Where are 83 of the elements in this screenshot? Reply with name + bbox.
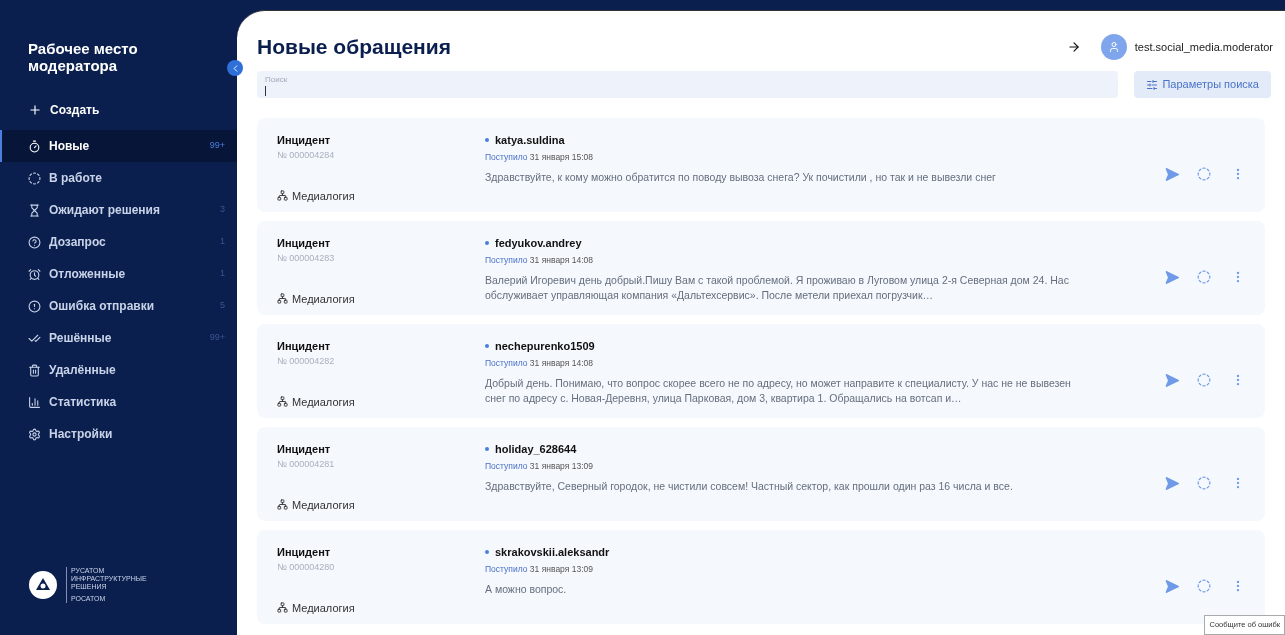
received-date: Поступило 31 января 13:09 [485, 459, 594, 473]
hourglass-icon [28, 203, 41, 217]
request-card[interactable] [257, 221, 1265, 315]
request-card[interactable]: Инцидент № 000004284 Медиалогия katya.suldina Поступило 31 января 15:08 Здравствуйте, к кому можно обратится по поводу вывоза снега? Ук почистили , но так и не вывезли снег [257, 118, 1265, 212]
sidebar-item-label: Настройки [49, 426, 113, 443]
message-text: Валерий Игоревич день добрый.Пишу Вам с такой проблемой. Я проживаю в Луговом улица 2-я Северная дом 24. Нас обслуживает управляющая компания «Дальтехсервис». После метели приехал погрузчик… [485, 273, 1070, 304]
sidebar-item[interactable]: Решённые 99+ [0, 322, 237, 354]
source-icon [277, 602, 288, 614]
source-label: Медиалогия [292, 188, 355, 204]
source-label: Медиалогия [292, 291, 355, 307]
message-text: Добрый день. Понимаю, что вопрос скорее всего не по адресу, но может направите к специалисту. У нас не не вывезен снег по адресу с. Новая-Деревня, улица Парковая, дом 3, квартира 1. Обращались на вотсап и… [485, 376, 1072, 407]
item-count: 99+ [209, 139, 225, 153]
question-icon [28, 235, 41, 249]
message-text: А можно вопрос. [485, 582, 568, 598]
user-name: test.social_media.moderator [1134, 39, 1273, 55]
avatar[interactable] [1100, 34, 1127, 60]
author-name: fedyukov.andrey [495, 236, 582, 251]
sidebar-item-label: Ошибка отправки [49, 298, 155, 315]
source-label: Медиалогия [292, 600, 355, 616]
sidebar-item-label: В работе [49, 170, 102, 187]
sidebar-item-label: Новые [49, 138, 90, 155]
request-number: № 000004280 [277, 560, 336, 574]
request-type: Инцидент [277, 236, 332, 251]
request-number: № 000004283 [277, 251, 336, 265]
sidebar-item-label: Ожидают решения [49, 202, 160, 219]
request-card[interactable]: Инцидент № 000004281 Медиалогия holiday_628644 Поступило 31 января 13:09 Здравствуйте, Северный городок, не чистили совсем! Частный сектор, как прошли один раз 16 числа и все. [257, 427, 1265, 521]
source-icon [277, 190, 288, 202]
filter-icon [1146, 78, 1159, 91]
search-params-button[interactable]: Параметры поиска [1134, 71, 1271, 98]
timer-icon [28, 139, 41, 153]
received-date: Поступило 31 января 13:09 [485, 562, 594, 576]
trash-icon [28, 363, 41, 377]
logo-icon [28, 570, 58, 600]
sidebar-item-label: Дозапрос [49, 234, 106, 251]
received-date: Поступило 31 января 14:08 [485, 356, 594, 370]
search-label: Поиск [265, 74, 289, 86]
request-card[interactable] [257, 324, 1265, 418]
received-date: Поступило 31 января 15:08 [485, 150, 594, 164]
item-count: 99+ [209, 331, 225, 345]
stopwatch-icon [28, 267, 41, 281]
sidebar-item[interactable]: Статистика [0, 386, 237, 418]
author-name: katya.suldina [495, 133, 565, 148]
alert-icon [28, 299, 41, 313]
plus-icon [28, 103, 42, 117]
source-icon [277, 293, 288, 305]
sidebar-item[interactable]: Удалённые [0, 354, 237, 386]
request-number: № 000004281 [277, 457, 336, 471]
request-type: Инцидент [277, 545, 332, 560]
item-count: 1 [220, 267, 225, 281]
source-label: Медиалогия [292, 497, 355, 513]
sidebar-item[interactable]: Настройки [0, 418, 237, 450]
page-title: Новые обращения [257, 34, 451, 61]
sidebar-item-label: Решённые [49, 330, 112, 347]
author-name: nechepurenko1509 [495, 339, 595, 354]
source-icon [277, 396, 288, 408]
message-text: Здравствуйте, Северный городок, не чистили совсем! Частный сектор, как прошли один раз 16 числа и все. [485, 479, 1014, 495]
sidebar-item-label: Удалённые [49, 362, 116, 379]
sidebar-item[interactable]: Новые 99+ [0, 130, 237, 162]
logout-icon[interactable] [1066, 40, 1081, 54]
sidebar-item-label: Статистика [49, 394, 117, 411]
item-count: 1 [220, 235, 225, 249]
sidebar-title: Рабочее место модератора [27, 39, 139, 74]
bar-chart-icon [28, 395, 41, 409]
item-count: 5 [220, 299, 225, 313]
author-name: holiday_628644 [495, 442, 577, 457]
source-icon [277, 499, 288, 511]
request-number: № 000004284 [277, 148, 336, 162]
create-button[interactable]: Создать [28, 98, 209, 122]
request-type: Инцидент [277, 133, 332, 148]
sidebar-item[interactable]: В работе [0, 162, 237, 194]
sidebar-item[interactable]: Отложенные 1 [0, 258, 237, 290]
message-text: Здравствуйте, к кому можно обратится по поводу вывоза снега? Ук почистили , но так и не вывезли снег [485, 170, 997, 186]
collapse-button[interactable] [227, 60, 243, 76]
source-label: Медиалогия [292, 394, 355, 410]
sidebar-item[interactable]: Ошибка отправки 5 [0, 290, 237, 322]
sidebar-item[interactable]: Дозапрос 1 [0, 226, 237, 258]
settings-icon [28, 427, 41, 441]
received-date: Поступило 31 января 14:08 [485, 253, 594, 267]
request-number: № 000004282 [277, 354, 336, 368]
request-type: Инцидент [277, 442, 332, 457]
author-name: skrakovskii.aleksandr [495, 545, 610, 560]
sidebar-item-label: Отложенные [49, 266, 126, 283]
request-type: Инцидент [277, 339, 332, 354]
